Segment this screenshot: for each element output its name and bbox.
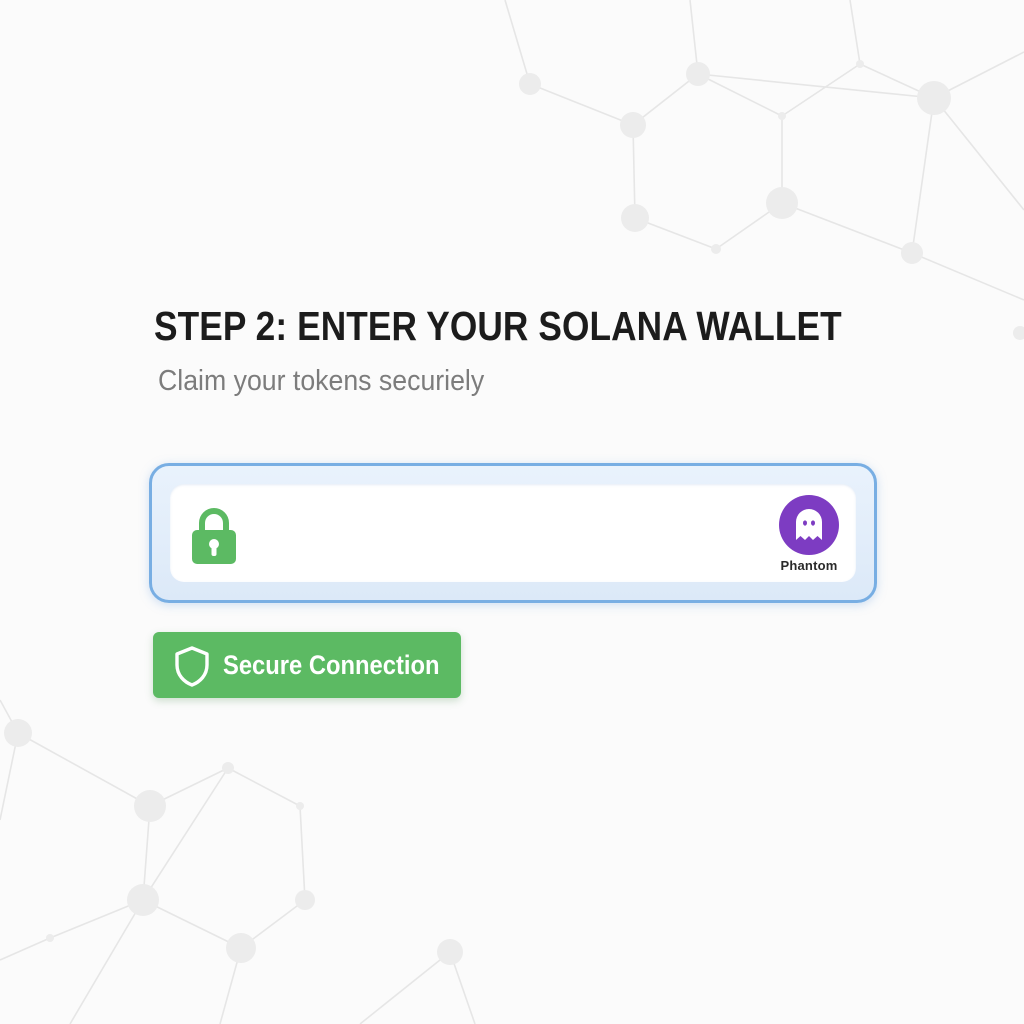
wallet-address-input[interactable] bbox=[266, 510, 760, 558]
page-title: STEP 2: ENTER YOUR SOLANA WALLET bbox=[154, 303, 842, 349]
phantom-wallet-button[interactable]: Phantom bbox=[772, 494, 846, 578]
wallet-input-container[interactable]: Phantom bbox=[170, 484, 856, 582]
page-subtitle: Claim your tokens securiely bbox=[158, 365, 485, 397]
secure-connection-label: Secure Connection bbox=[223, 650, 440, 680]
page-stage: STEP 2: ENTER YOUR SOLANA WALLET Claim y… bbox=[0, 0, 1024, 1024]
shield-icon bbox=[175, 646, 209, 687]
secure-connection-badge: Secure Connection bbox=[153, 632, 461, 698]
phantom-ghost-icon bbox=[779, 495, 839, 555]
network-top-right bbox=[504, 0, 1024, 340]
lock-icon bbox=[192, 508, 236, 564]
network-bottom-left bbox=[0, 699, 476, 1024]
wallet-address-field[interactable]: Phantom bbox=[149, 463, 877, 603]
phantom-label: Phantom bbox=[780, 558, 838, 573]
